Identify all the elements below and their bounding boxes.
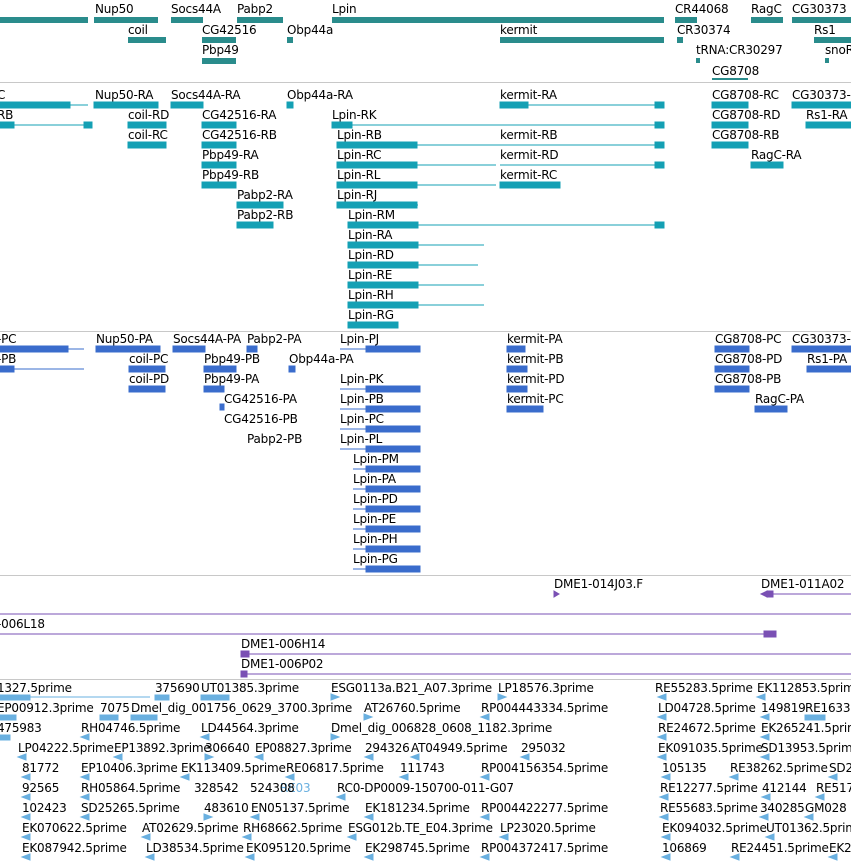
protein-track: -PC Nup50-PA Socs44A-PA Pabp2-PA Lpin-PJ… xyxy=(0,332,851,574)
transcript-track: C Nup50-RA Socs44A-RA Obp44a-RA kermit-R… xyxy=(0,84,851,330)
est-glyphs[interactable] xyxy=(0,680,851,863)
protein-glyphs[interactable] xyxy=(0,332,851,574)
track-separator xyxy=(0,82,851,83)
gene-track: Nup50 Socs44A Pabp2 Lpin CR44068 RagC CG… xyxy=(0,0,851,80)
transcript-glyphs[interactable] xyxy=(0,84,851,330)
clone-track: DME1-014J03.F DME1-011A02 -006L18 DME1-0… xyxy=(0,576,851,680)
est-track: 1327.5prime 375690 UT01385.3prime ESG011… xyxy=(0,680,851,863)
clone-glyphs[interactable] xyxy=(0,576,851,680)
gene-glyphs xyxy=(0,17,851,80)
gene-bars[interactable] xyxy=(0,17,851,80)
